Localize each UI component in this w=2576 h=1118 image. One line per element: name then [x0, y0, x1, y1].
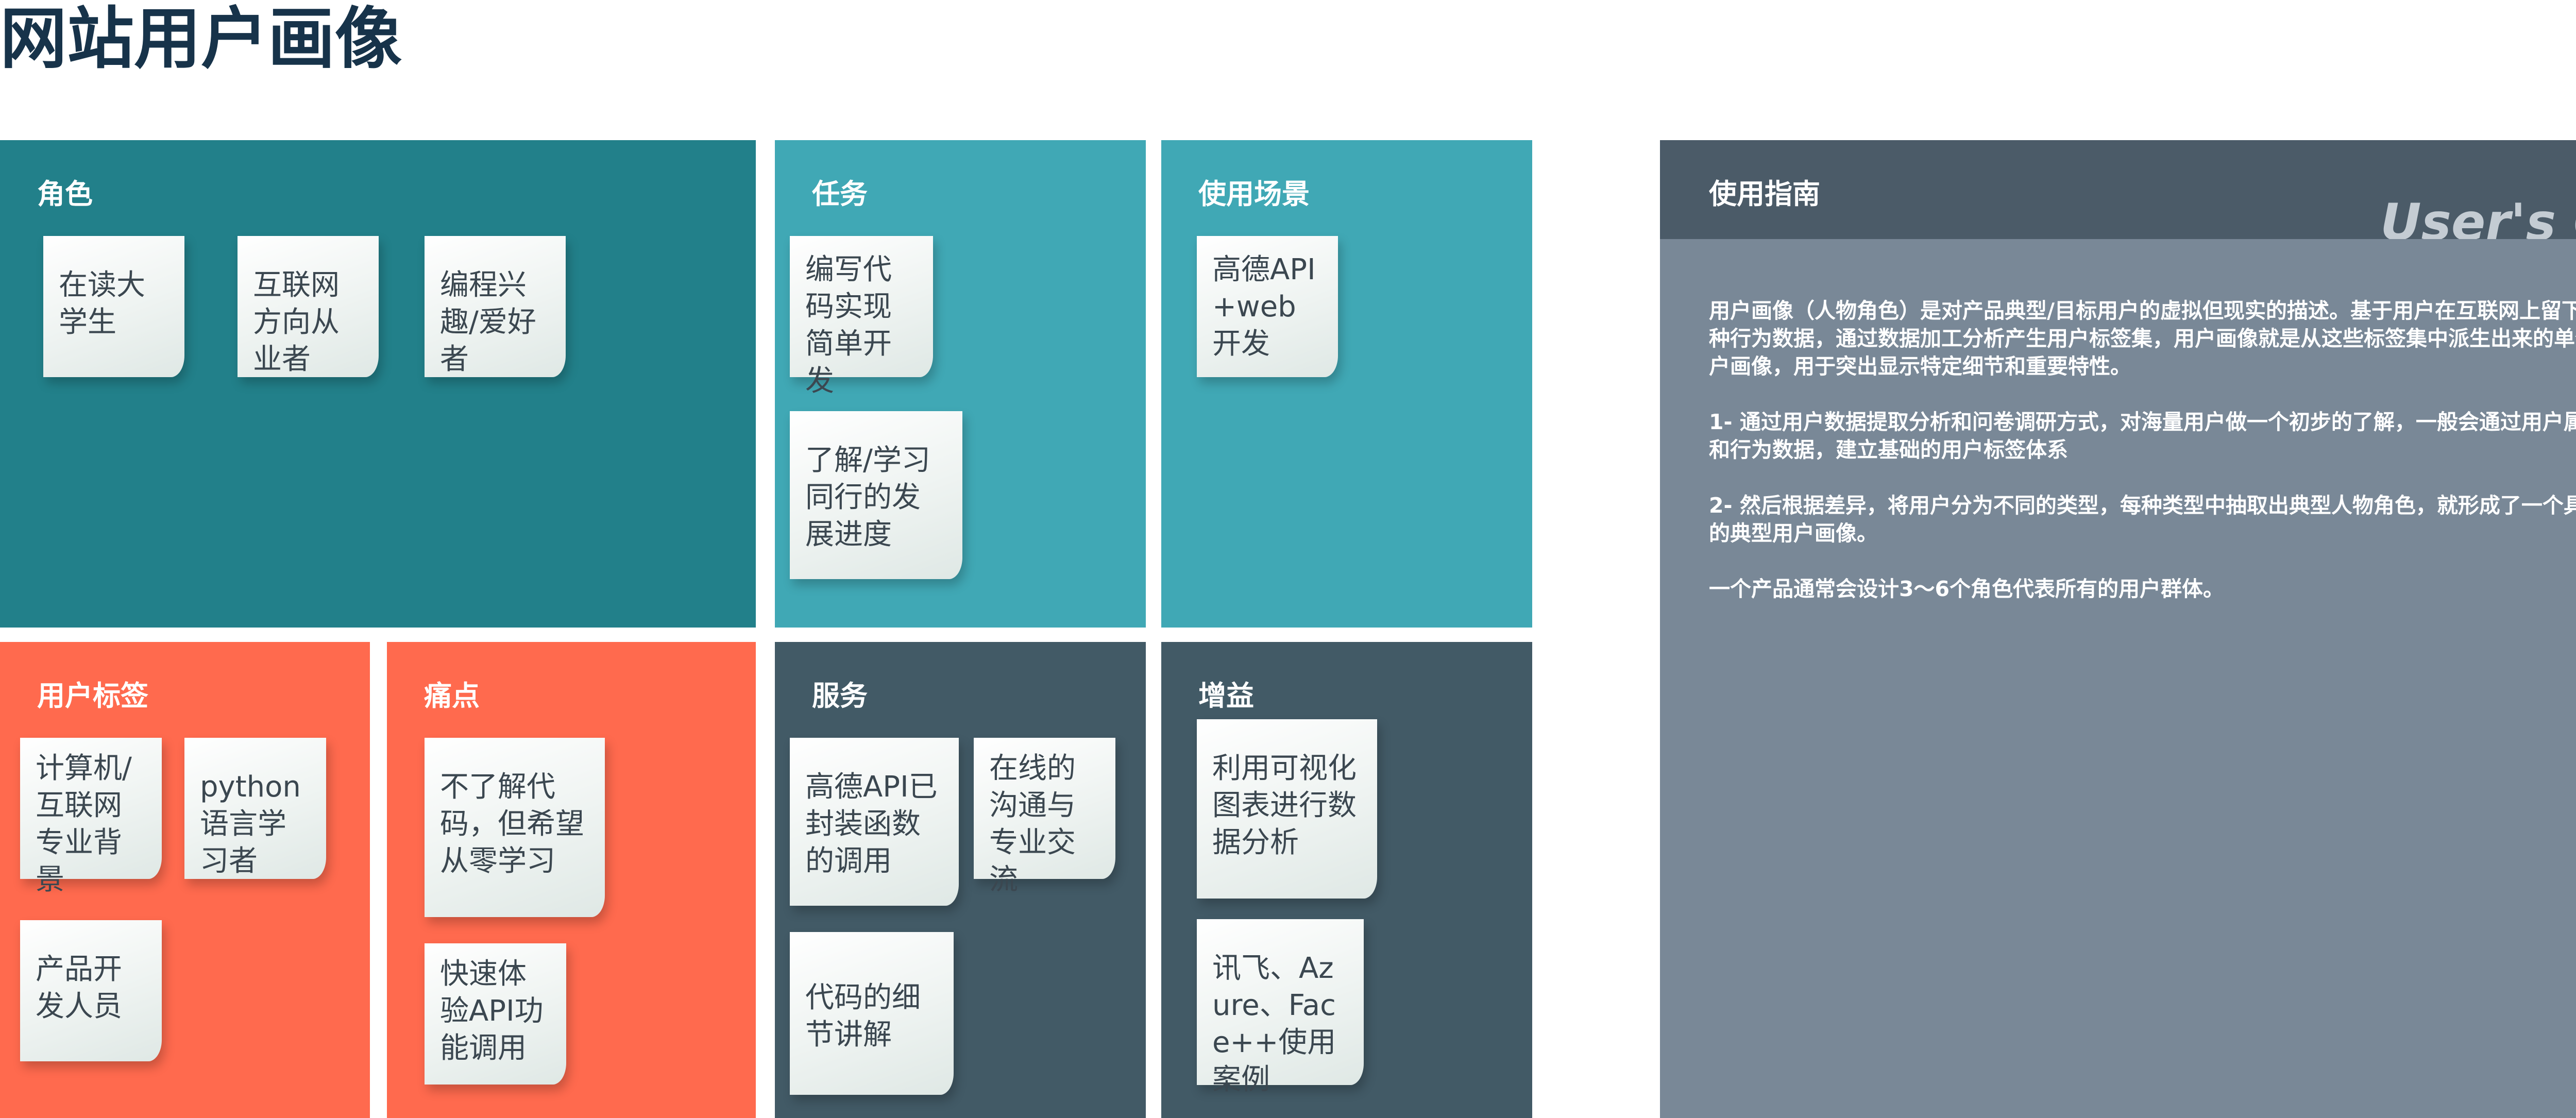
panel-label-user-tags: 用户标签: [37, 680, 148, 712]
panel-label-service: 服务: [812, 680, 868, 712]
panel-task: 任务 编写代码实现简单开发 了解/学习同行的发展进度: [775, 140, 1146, 628]
panel-scenario: 使用场景 高德API+web开发: [1161, 140, 1532, 628]
guide-paragraph: 1- 通过用户数据提取分析和问卷调研方式，对海量用户做一个初步的了解，一般会通过…: [1709, 410, 2576, 462]
panel-service: 服务 高德API已封装函数的调用 在线的沟通与专业交流 代码的细节讲解: [775, 642, 1146, 1118]
sticky-note: 产品开发人员: [20, 920, 162, 1061]
panel-label-guide: 使用指南: [1709, 178, 1820, 210]
sticky-note: 互联网方向从业者: [238, 236, 379, 377]
panel-label-gain: 增益: [1198, 680, 1254, 712]
guide-paragraph: 一个产品通常会设计3～6个角色代表所有的用户群体。: [1709, 577, 2225, 601]
panel-role: 角色 在读大学生 互联网方向从业者 编程兴趣/爱好者: [0, 140, 756, 628]
sticky-note: 不了解代码，但希望从零学习: [425, 738, 605, 917]
sticky-note: 快速体验API功能调用: [425, 943, 566, 1085]
panel-pain-points: 痛点 不了解代码，但希望从零学习 快速体验API功能调用: [387, 642, 756, 1118]
sticky-note: 高德API+web开发: [1197, 236, 1338, 377]
panel-label-scenario: 使用场景: [1198, 178, 1310, 210]
sticky-note: 讯飞、Azure、Face++使用案例: [1197, 919, 1364, 1096]
sticky-note: 编程兴趣/爱好者: [425, 236, 566, 377]
guide-paragraph: 2- 然后根据差异，将用户分为不同的类型，每种类型中抽取出典型人物角色，就形成了…: [1709, 493, 2576, 546]
sticky-note: 高德API已封装函数的调用: [790, 738, 959, 906]
sticky-note: 编写代码实现简单开发: [790, 236, 933, 398]
panel-label-role: 角色: [37, 178, 93, 210]
panel-label-pain-points: 痛点: [424, 680, 480, 712]
panel-label-task: 任务: [812, 178, 868, 210]
sticky-note: 计算机/互联网专业背景: [20, 738, 162, 896]
sticky-note: 利用可视化图表进行数据分析: [1197, 719, 1377, 899]
sticky-note: 代码的细节讲解: [790, 932, 954, 1095]
panel-gain: 增益 利用可视化图表进行数据分析 讯飞、Azure、Face++使用案例: [1161, 642, 1532, 1118]
guide-paragraph: 用户画像（人物角色）是对产品典型/目标用户的虚拟但现实的描述。基于用户在互联网上…: [1709, 298, 2576, 379]
guide-text: 用户画像（人物角色）是对产品典型/目标用户的虚拟但现实的描述。基于用户在互联网上…: [1709, 297, 2576, 631]
sticky-note: 了解/学习同行的发展进度: [790, 411, 962, 579]
sticky-note: python语言学习者: [184, 738, 326, 879]
guide-body: 用户画像（人物角色）是对产品典型/目标用户的虚拟但现实的描述。基于用户在互联网上…: [1660, 239, 2576, 1118]
panel-user-tags: 用户标签 计算机/互联网专业背景 python语言学习者 产品开发人员: [0, 642, 370, 1118]
sticky-note: 在线的沟通与专业交流: [974, 738, 1115, 896]
page-title: 网站用户画像: [0, 0, 402, 78]
sticky-note: 在读大学生: [43, 236, 184, 377]
